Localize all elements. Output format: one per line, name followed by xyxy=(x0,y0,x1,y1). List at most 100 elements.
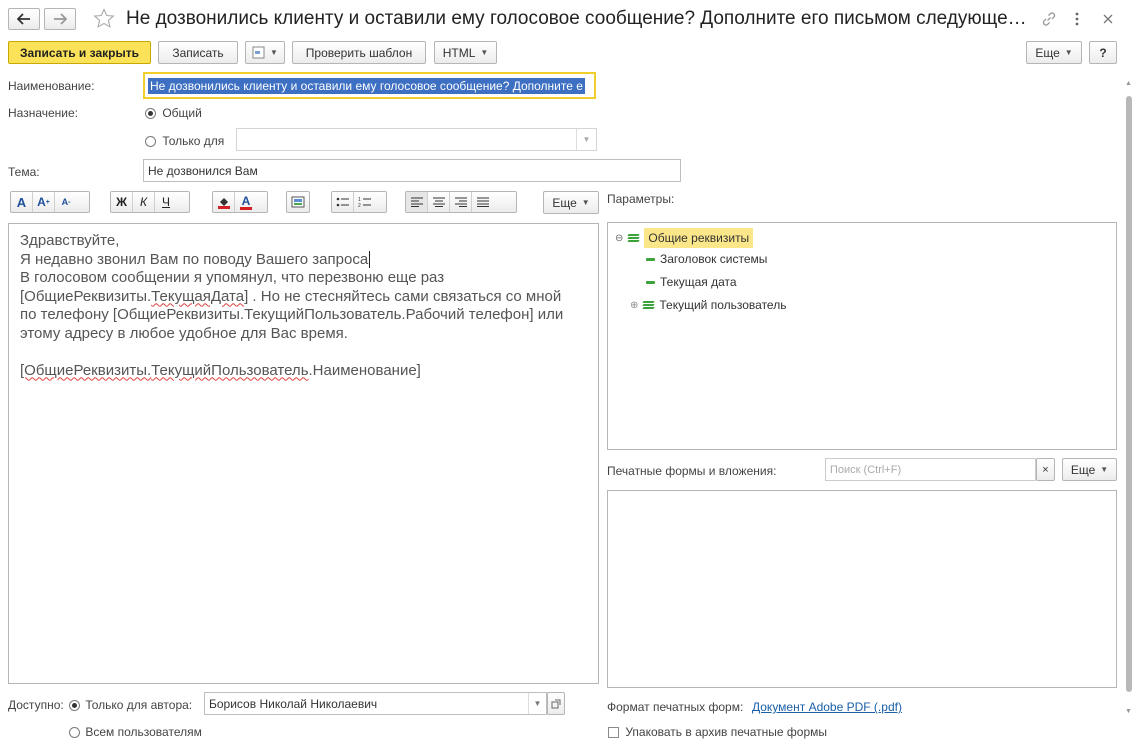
star-outline-icon[interactable] xyxy=(93,8,115,29)
chevron-down-icon: ▼ xyxy=(1064,48,1073,57)
search-placeholder: Поиск (Ctrl+F) xyxy=(830,463,902,476)
editor-line: этому адресу в любое удобное для Вас вре… xyxy=(20,324,348,342)
font-increase-icon[interactable]: A + xyxy=(33,192,55,212)
insert-image-button[interactable] xyxy=(286,191,310,213)
arrow-left-icon xyxy=(17,13,30,25)
tree-item-label: Текущая дата xyxy=(660,275,737,289)
expand-icon[interactable]: ⊕ xyxy=(630,300,638,311)
name-field[interactable]: Не дозвонились клиенту и оставили ему го… xyxy=(143,72,596,99)
tree-root-row[interactable]: ⊖ Общие реквизиты xyxy=(615,228,754,248)
author-value: Борисов Николай Николаевич xyxy=(209,696,378,711)
purpose-label: Назначение: xyxy=(8,106,79,120)
help-button[interactable]: ? xyxy=(1089,41,1117,64)
save-and-close-button[interactable]: Записать и закрыть xyxy=(8,41,151,64)
author-only-radio[interactable]: Только для автора: xyxy=(69,698,192,712)
open-window-icon xyxy=(551,699,561,708)
format-label: Формат печатных форм: xyxy=(607,700,744,714)
open-author-button[interactable] xyxy=(547,692,565,715)
chevron-down-icon: ▼ xyxy=(270,48,278,57)
collapse-icon[interactable]: ⊖ xyxy=(615,233,623,244)
font-icon[interactable]: A xyxy=(11,192,33,212)
font-decrease-icon[interactable]: A- xyxy=(55,192,77,212)
fill-color-icon[interactable] xyxy=(213,192,235,212)
folder-group-icon xyxy=(627,234,640,242)
chevron-down-icon: ▼ xyxy=(576,129,596,150)
tree-item-row[interactable]: Текущая дата xyxy=(646,275,737,289)
back-button[interactable] xyxy=(8,8,40,30)
radio-empty-icon xyxy=(145,136,156,148)
folder-group-icon xyxy=(642,301,655,309)
more-button[interactable]: Еще ▼ xyxy=(1026,41,1082,64)
align-justify-icon[interactable] xyxy=(472,192,494,212)
list-group: 12 xyxy=(331,191,387,213)
archive-label: Упаковать в архив печатные формы xyxy=(625,725,828,739)
editor-line-text: .Рабочий телефон] или xyxy=(401,306,564,323)
close-icon: × xyxy=(1042,463,1049,476)
print-forms-more-label: Еще xyxy=(1070,462,1096,477)
link-icon[interactable] xyxy=(1041,11,1057,27)
close-icon[interactable] xyxy=(1103,14,1113,24)
tree-item-label: Заголовок системы xyxy=(660,252,768,266)
subject-label: Тема: xyxy=(8,165,40,179)
purpose-only-radio[interactable]: Только для xyxy=(145,134,224,148)
access-label: Доступно: xyxy=(8,698,64,712)
chevron-down-icon[interactable]: ▼ xyxy=(528,693,546,714)
forward-button[interactable] xyxy=(44,8,76,30)
scrollbar-thumb[interactable] xyxy=(1126,96,1132,692)
numbered-list-icon[interactable]: 12 xyxy=(354,192,376,212)
format-link[interactable]: Документ Adobe PDF (.pdf) xyxy=(752,700,902,714)
align-center-icon[interactable] xyxy=(428,192,450,212)
name-label: Наименование: xyxy=(8,79,95,93)
color-group: A xyxy=(212,191,268,213)
font-color-icon[interactable]: A xyxy=(235,192,257,212)
bullet-list-icon[interactable] xyxy=(332,192,354,212)
author-select[interactable]: Борисов Николай Николаевич ▼ xyxy=(204,692,547,715)
scroll-down-arrow[interactable]: ▼ xyxy=(1125,708,1132,715)
font-size-group: A A + A- xyxy=(10,191,90,213)
underline-icon[interactable]: Ч xyxy=(155,192,177,212)
scroll-up-arrow[interactable]: ▲ xyxy=(1125,80,1132,87)
purpose-common-radio[interactable]: Общий xyxy=(145,106,202,120)
editor-more-label: Еще xyxy=(552,195,577,210)
editor-more-button[interactable]: Еще ▼ xyxy=(543,191,599,214)
align-left-icon[interactable] xyxy=(406,192,428,212)
check-template-button[interactable]: Проверить шаблон xyxy=(292,41,426,64)
params-tree[interactable]: ⊖ Общие реквизиты Заголовок системы Теку… xyxy=(607,222,1117,450)
text-cursor xyxy=(369,250,371,268)
author-only-label: Только для автора: xyxy=(85,698,193,712)
save-button[interactable]: Записать xyxy=(158,41,238,64)
archive-checkbox[interactable]: Упаковать в архив печатные формы xyxy=(608,725,827,739)
radio-empty-icon xyxy=(69,727,80,739)
purpose-common-label: Общий xyxy=(162,106,202,120)
editor-blank-line xyxy=(20,343,598,362)
editor-line-text: по телефону [ОбщиеРеквизиты. xyxy=(20,306,245,323)
print-forms-search[interactable]: Поиск (Ctrl+F) xyxy=(825,458,1036,481)
print-forms-list[interactable] xyxy=(607,490,1117,688)
editor-line-text: ] . Но не стесняйтесь сами связаться со … xyxy=(244,287,562,305)
editor-line: [ОбщиеРеквизиты.ТекущаяДата] . Но не сте… xyxy=(20,288,598,307)
html-label: HTML xyxy=(442,45,476,60)
tree-item-row[interactable]: Заголовок системы xyxy=(646,252,767,266)
italic-icon[interactable]: К xyxy=(133,192,155,212)
vertical-dots-icon[interactable] xyxy=(1074,11,1080,27)
subject-field[interactable]: Не дозвонился Вам xyxy=(143,159,681,182)
spelling-error: [ОбщиеРеквизиты. xyxy=(20,361,152,379)
insert-dropdown-button[interactable]: ▼ xyxy=(245,41,285,64)
editor-line: [ОбщиеРеквизиты.ТекущийПользователь.Наим… xyxy=(20,362,598,381)
purpose-only-select[interactable]: ▼ xyxy=(236,128,597,151)
all-users-radio[interactable]: Всем пользователям xyxy=(69,725,202,739)
align-right-icon[interactable] xyxy=(450,192,472,212)
message-editor[interactable]: Здравствуйте, Я недавно звонил Вам по по… xyxy=(8,223,599,684)
print-forms-more-button[interactable]: Еще ▼ xyxy=(1062,458,1117,481)
html-dropdown-button[interactable]: HTML ▼ xyxy=(434,41,497,64)
editor-line-text: [ОбщиеРеквизиты. xyxy=(20,287,152,305)
radio-selected-icon xyxy=(145,108,156,120)
bold-icon[interactable]: Ж xyxy=(111,192,133,212)
tree-item-row[interactable]: ⊕ Текущий пользователь xyxy=(630,298,786,312)
purpose-only-label: Только для xyxy=(162,134,225,148)
clear-search-button[interactable]: × xyxy=(1036,458,1055,481)
chevron-down-icon: ▼ xyxy=(581,198,590,207)
editor-line: Здравствуйте, xyxy=(20,232,120,249)
name-value: Не дозвонились клиенту и оставили ему го… xyxy=(148,77,585,94)
editor-line-text: Я недавно звонил Вам по поводу Вашего за… xyxy=(20,250,369,268)
